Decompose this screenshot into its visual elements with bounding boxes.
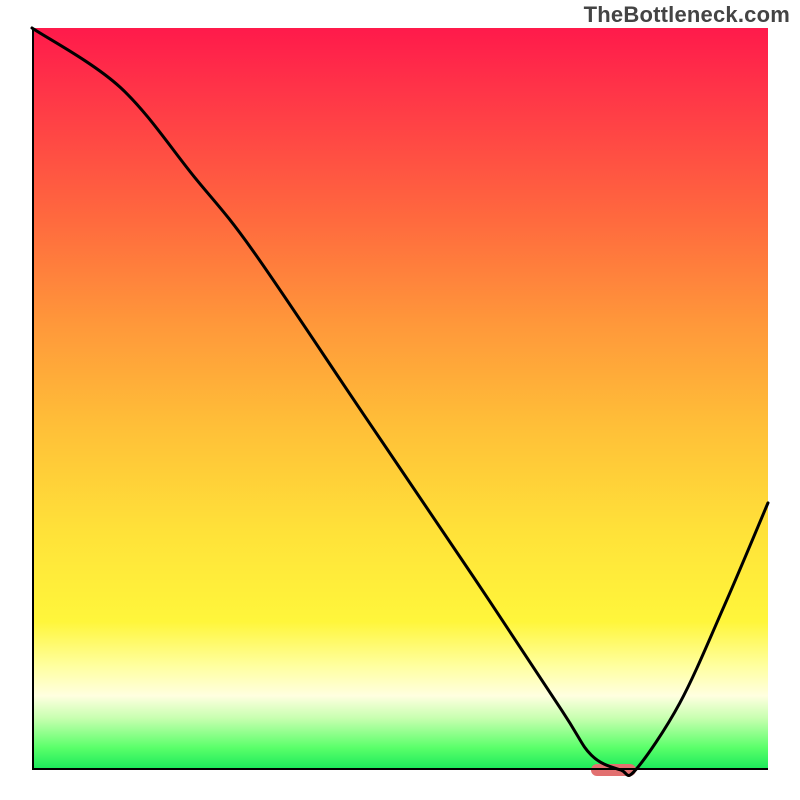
plot-area	[32, 28, 768, 770]
bottleneck-curve	[32, 28, 768, 770]
chart-container: TheBottleneck.com	[0, 0, 800, 800]
watermark-text: TheBottleneck.com	[584, 2, 790, 28]
